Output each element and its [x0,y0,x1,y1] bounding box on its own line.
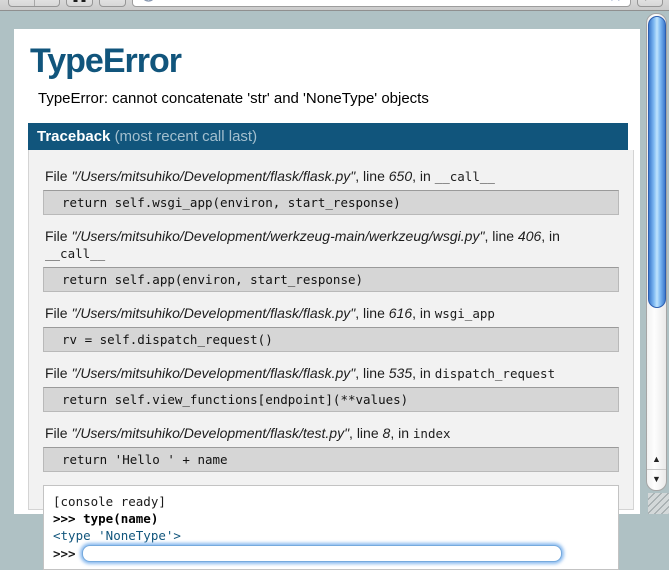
debugger-page: TypeError TypeError: cannot concatenate … [14,29,640,514]
frame-code[interactable]: rv = self.dispatch_request() [43,327,619,352]
scroll-down-icon[interactable]: ▼ [647,469,666,488]
resize-grip[interactable] [648,493,669,514]
frame-location[interactable]: File "/Users/mitsuhiko/Development/flask… [45,365,617,382]
frame-code[interactable]: return self.app(environ, start_response) [43,267,619,292]
reload-icon: ↻ [105,0,119,4]
error-message: TypeError: cannot concatenate 'str' and … [38,90,626,107]
home-icon [71,0,88,2]
console-input[interactable] [82,545,562,562]
address-bar[interactable]: localhost:5000/ ☆ [132,0,631,7]
browser-window: TypeError: cannot concatenat × + ← → ↻ [0,0,669,570]
traceback-header-label: Traceback [37,128,110,145]
back-icon[interactable]: ← [9,0,34,6]
traceback-frame: File "/Users/mitsuhiko/Development/flask… [43,425,619,472]
scrollbar-thumb[interactable] [648,16,666,308]
frame-code[interactable]: return 'Hello ' + name [43,447,619,472]
bookmark-star-icon[interactable]: ☆ [608,0,623,7]
nav-buttons: ← → [8,0,60,7]
frame-location[interactable]: File "/Users/mitsuhiko/Development/flask… [45,305,617,322]
go-icon: ▶ [645,0,654,2]
traceback-frames: File "/Users/mitsuhiko/Development/flask… [28,150,634,510]
forward-icon[interactable]: → [34,0,60,6]
frame-location[interactable]: File "/Users/mitsuhiko/Development/werkz… [45,228,617,262]
frame-location[interactable]: File "/Users/mitsuhiko/Development/flask… [45,168,617,185]
console-result-line: <type 'NoneType'> [53,527,609,544]
traceback-frame: File "/Users/mitsuhiko/Development/flask… [43,168,619,215]
frame-location[interactable]: File "/Users/mitsuhiko/Development/flask… [45,425,617,442]
frame-code[interactable]: return self.wsgi_app(environ, start_resp… [43,190,619,215]
page-title: TypeError [30,42,626,81]
traceback-header-note: (most recent call last) [115,128,258,145]
globe-icon [141,0,156,2]
scroll-up-icon[interactable]: ▲ [647,450,666,469]
home-button[interactable] [66,0,93,7]
traceback-header: Traceback (most recent call last) [28,123,628,150]
scrollbar-arrows: ▲ ▼ [647,450,666,488]
traceback-frame: File "/Users/mitsuhiko/Development/werkz… [43,228,619,292]
console-ready-line: [console ready] [53,493,609,510]
go-button[interactable]: ▶ [637,0,663,7]
url-text[interactable]: localhost:5000/ [162,0,256,6]
console-prompt: >>> [53,545,76,562]
vertical-scrollbar[interactable]: ▲ ▼ [646,13,667,491]
reload-button[interactable]: ↻ [99,0,126,7]
viewport: TypeError TypeError: cannot concatenate … [0,12,669,514]
console-prompt-row: >>> [53,545,609,562]
frame-code[interactable]: return self.view_functions[endpoint](**v… [43,387,619,412]
traceback-frame: File "/Users/mitsuhiko/Development/flask… [43,365,619,412]
traceback-frame: File "/Users/mitsuhiko/Development/flask… [43,305,619,352]
debug-console: [console ready] >>> type(name) <type 'No… [43,485,619,570]
console-command-line: >>> type(name) [53,510,609,527]
browser-toolbar: ← → ↻ localhost:5000/ ☆ ▶ [0,0,669,11]
